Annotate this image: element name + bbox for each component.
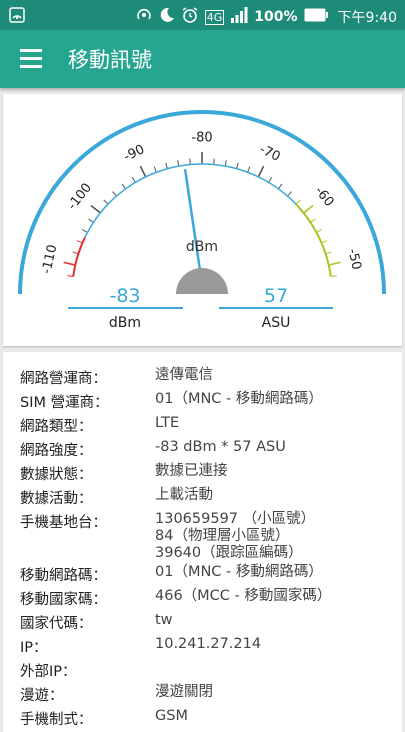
signal-strength-icon: [230, 7, 248, 27]
gauge-tick: [189, 158, 191, 165]
menu-icon[interactable]: [20, 49, 42, 68]
gauge-tick-label: -90: [121, 142, 147, 165]
info-value: GSM: [155, 708, 188, 724]
gauge-tick: [268, 176, 273, 183]
gauge-tick-label: -110: [39, 243, 60, 275]
asu-label: ASU: [262, 315, 291, 331]
notification-icons: [8, 6, 26, 28]
dbm-value: -83: [109, 285, 140, 307]
gauge-tick: [103, 199, 109, 205]
clock: 下午9:40: [337, 10, 397, 26]
gauge-tick: [165, 162, 168, 169]
gauge-tick: [257, 165, 265, 178]
info-value: 遠傳電信: [155, 367, 213, 383]
info-label: 國家代碼：: [20, 616, 93, 632]
gauge-tick: [213, 158, 215, 165]
gauge-tick: [131, 176, 136, 183]
gauge-unit-label: dBm: [186, 239, 218, 255]
gauge-tick-label: -60: [311, 184, 336, 210]
gauge-tick: [295, 199, 301, 205]
gauge-tick: [112, 191, 117, 197]
gauge-ticks: [63, 152, 341, 278]
page-title: 移動訊號: [68, 48, 152, 72]
info-value: 84（物理層小區號）: [155, 528, 290, 544]
battery-icon: [304, 8, 328, 26]
info-value: 130659597 （小區號）: [155, 511, 316, 527]
signal-gauge-card: -110 -100 -90 -80 -70 -60 -50 dBm -83 dBm 57 A…: [3, 94, 402, 346]
gauge-tick: [224, 160, 227, 167]
info-value: tw: [155, 612, 173, 628]
app-bar: 移動訊號: [0, 30, 405, 88]
gauge-high-range-arc: [295, 203, 332, 277]
info-label: 數據活動：: [20, 491, 93, 507]
info-value: 01（MNC - 移動網路碼）: [155, 564, 323, 580]
gauge-tick-label: -80: [191, 131, 212, 146]
network-type-icon: 4G: [204, 9, 225, 25]
gauge-needle: [183, 168, 204, 285]
info-value: 上載活動: [155, 487, 213, 503]
gauge-tick: [328, 261, 341, 266]
gauge-inner-arc: [72, 163, 332, 277]
do-not-disturb-moon-icon: [159, 7, 175, 27]
info-value: 漫遊關閉: [155, 684, 213, 700]
gauge-tick: [139, 165, 147, 178]
dbm-label: dBm: [109, 315, 141, 331]
info-value: 10.241.27.214: [155, 636, 262, 652]
gauge-tick: [63, 261, 76, 266]
gauge-tick: [90, 204, 101, 214]
info-label: 網路類型：: [20, 419, 93, 435]
asu-value: 57: [264, 285, 288, 307]
gauge-tick-label: -70: [257, 142, 283, 165]
status-bar: 4G 100% 下午9:40: [0, 0, 405, 30]
gauge-tick: [287, 191, 292, 197]
gauge-hub: [176, 268, 228, 294]
info-value: 39640（跟踪區編碼）: [155, 545, 303, 561]
gauge-tick: [82, 229, 88, 233]
info-value: 01（MNC - 移動網路碼）: [155, 391, 323, 407]
info-label: 外部IP：: [20, 664, 77, 680]
gauge-tick: [121, 183, 126, 190]
gauge-tick-label: -50: [344, 247, 363, 271]
gauge-tick: [153, 166, 157, 173]
hotspot-icon: [135, 6, 153, 28]
gauge-tick: [236, 162, 239, 169]
info-label: 數據狀態：: [20, 467, 93, 483]
info-label: 網路營運商：: [20, 371, 107, 387]
gauge-tick-label: -100: [65, 181, 95, 213]
info-label: 手機制式：: [20, 712, 93, 728]
gauge-tick: [278, 183, 283, 190]
info-value: -83 dBm * 57 ASU: [155, 439, 286, 455]
info-label: SIM 營運商：: [20, 395, 109, 411]
alarm-icon: [181, 6, 199, 28]
info-label: 移動國家碼：: [20, 592, 107, 608]
signal-gauge: -110 -100 -90 -80 -70 -60 -50 dBm -83 dBm 57 A…: [18, 110, 386, 331]
info-value: LTE: [155, 415, 180, 431]
info-label: 手機基地台：: [20, 515, 107, 531]
info-value: 466（MCC - 移動國家碼）: [155, 588, 332, 604]
signal-info-card: 網路營運商： 遠傳電信 SIM 營運商： 01（MNC - 移動網路碼） 網路類型： LT…: [3, 352, 402, 732]
app-notification-icon: [9, 7, 25, 23]
gauge-low-range-arc: [72, 237, 86, 277]
gauge-tick: [88, 218, 94, 223]
gauge-tick: [177, 160, 180, 167]
gauge-tick: [303, 204, 314, 214]
info-value: 數據已連接: [155, 463, 228, 479]
gauge-tick: [247, 166, 251, 173]
info-label: 漫遊：: [20, 688, 64, 704]
info-label: IP：: [20, 640, 48, 656]
info-label: 移動網路碼：: [20, 568, 107, 584]
battery-percent: 100%: [254, 9, 298, 25]
info-label: 網路強度：: [20, 443, 93, 459]
